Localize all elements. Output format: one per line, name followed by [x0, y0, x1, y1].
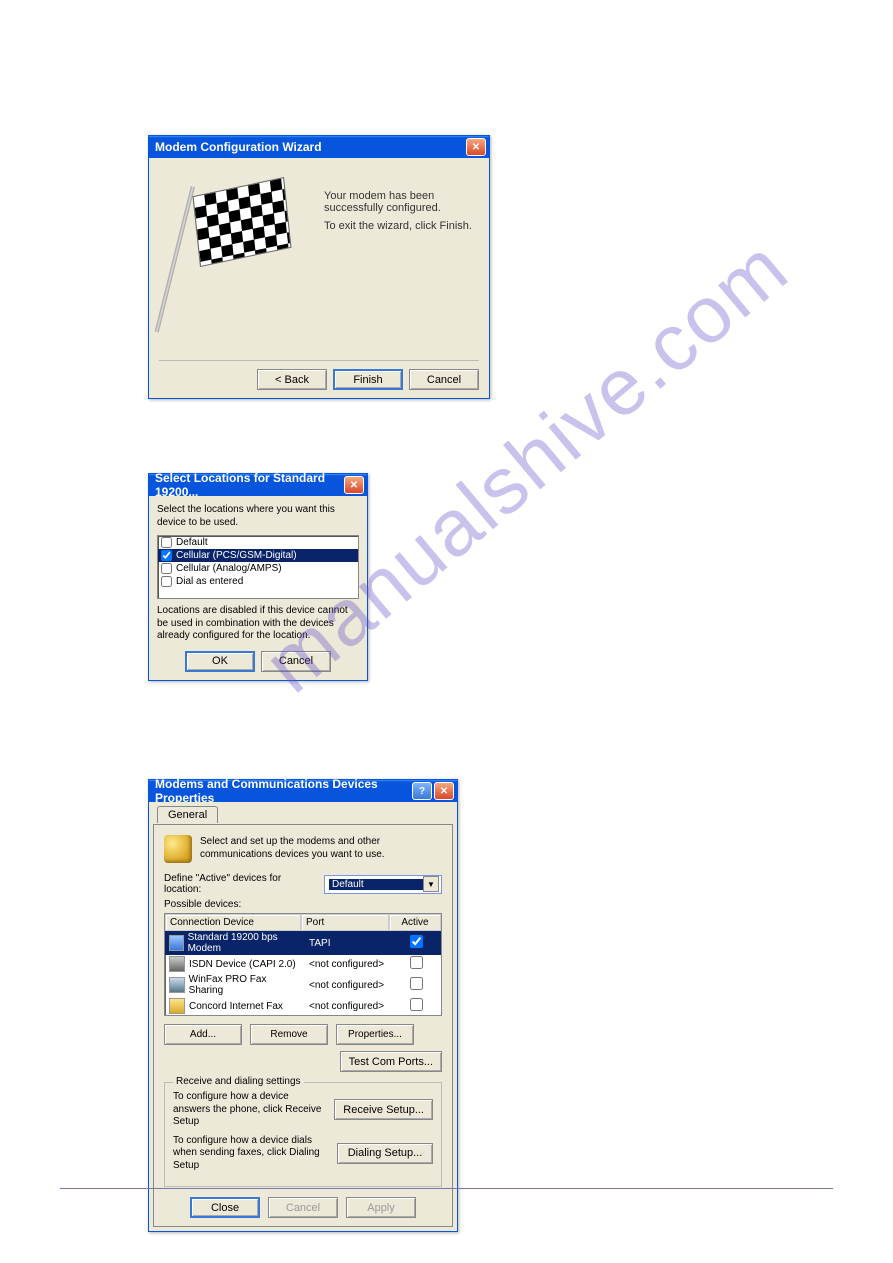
remove-button[interactable]: Remove [250, 1024, 328, 1045]
add-button[interactable]: Add... [164, 1024, 242, 1045]
column-connection-device[interactable]: Connection Device [165, 914, 301, 931]
titlebar[interactable]: Modems and Communications Devices Proper… [149, 780, 457, 802]
success-message: Your modem has been successfully configu… [324, 190, 489, 214]
receive-setup-button[interactable]: Receive Setup... [334, 1099, 433, 1120]
list-item[interactable]: Cellular (Analog/AMPS) [158, 562, 358, 575]
checkbox[interactable] [161, 537, 172, 548]
cancel-button[interactable]: Cancel [409, 369, 479, 390]
apply-button[interactable]: Apply [346, 1197, 416, 1218]
header-text: Select and set up the modems and other c… [200, 835, 442, 861]
receive-dialing-groupbox: Receive and dialing settings To configur… [164, 1082, 442, 1187]
titlebar[interactable]: Modem Configuration Wizard ✕ [149, 136, 489, 158]
define-label: Define "Active" devices for location: [164, 873, 316, 895]
checkered-flag-icon [161, 176, 311, 346]
table-row[interactable]: WinFax PRO Fax Sharing <not configured> [165, 973, 441, 997]
close-button[interactable]: Close [190, 1197, 260, 1218]
finish-button[interactable]: Finish [333, 369, 403, 390]
list-item[interactable]: Dial as entered [158, 575, 358, 588]
exit-instruction: To exit the wizard, click Finish. [324, 220, 472, 232]
title-text: Modem Configuration Wizard [155, 140, 322, 154]
cancel-button[interactable]: Cancel [261, 651, 331, 672]
checkbox[interactable] [161, 563, 172, 574]
page-divider [60, 1188, 833, 1189]
cancel-button[interactable]: Cancel [268, 1197, 338, 1218]
dialing-setup-button[interactable]: Dialing Setup... [337, 1143, 433, 1164]
device-port: <not configured> [305, 979, 391, 992]
list-item-label: Cellular (PCS/GSM-Digital) [176, 550, 297, 561]
device-name: Concord Internet Fax [189, 1001, 283, 1012]
device-name: Standard 19200 bps Modem [188, 932, 301, 954]
close-icon[interactable]: ✕ [466, 138, 486, 156]
title-text: Modems and Communications Devices Proper… [155, 777, 412, 805]
possible-devices-label: Possible devices: [164, 899, 442, 910]
active-checkbox[interactable] [410, 977, 423, 990]
table-row[interactable]: ISDN Device (CAPI 2.0) <not configured> [165, 955, 441, 973]
fax-icon [169, 977, 185, 993]
device-name: ISDN Device (CAPI 2.0) [189, 959, 296, 970]
test-com-ports-button[interactable]: Test Com Ports... [340, 1051, 442, 1072]
modems-devices-properties-dialog: Modems and Communications Devices Proper… [148, 779, 458, 1232]
chevron-down-icon[interactable]: ▼ [423, 876, 439, 892]
modem-config-wizard-dialog: Modem Configuration Wizard ✕ Your modem … [148, 135, 490, 399]
column-port[interactable]: Port [301, 914, 389, 931]
select-locations-dialog: Select Locations for Standard 19200... ✕… [148, 473, 368, 681]
device-port: <not configured> [305, 1000, 391, 1013]
list-item[interactable]: Cellular (PCS/GSM-Digital) [158, 549, 358, 562]
dialing-setup-text: To configure how a device dials when sen… [173, 1135, 329, 1173]
checkbox[interactable] [161, 550, 172, 561]
list-item-label: Cellular (Analog/AMPS) [176, 563, 282, 574]
close-icon[interactable]: ✕ [344, 476, 364, 494]
groupbox-legend: Receive and dialing settings [173, 1076, 304, 1087]
active-checkbox[interactable] [410, 956, 423, 969]
combobox-value: Default [329, 879, 423, 890]
list-item[interactable]: Default [158, 536, 358, 549]
devices-icon [164, 835, 192, 863]
table-row[interactable]: Concord Internet Fax <not configured> [165, 997, 441, 1015]
device-port: TAPI [305, 937, 391, 950]
close-icon[interactable]: ✕ [434, 782, 454, 800]
tab-general[interactable]: General [157, 806, 218, 823]
modem-icon [169, 935, 184, 951]
active-checkbox[interactable] [410, 998, 423, 1011]
titlebar[interactable]: Select Locations for Standard 19200... ✕ [149, 474, 367, 496]
isdn-icon [169, 956, 185, 972]
receive-setup-text: To configure how a device answers the ph… [173, 1091, 326, 1129]
column-active[interactable]: Active [389, 914, 441, 931]
active-checkbox[interactable] [410, 935, 423, 948]
help-icon[interactable]: ? [412, 782, 432, 800]
checkbox[interactable] [161, 576, 172, 587]
ok-button[interactable]: OK [185, 651, 255, 672]
properties-button[interactable]: Properties... [336, 1024, 414, 1045]
location-combobox[interactable]: Default ▼ [324, 875, 442, 894]
list-item-label: Dial as entered [176, 576, 243, 587]
device-name: WinFax PRO Fax Sharing [189, 974, 301, 996]
internet-fax-icon [169, 998, 185, 1014]
list-item-label: Default [176, 537, 208, 548]
device-port: <not configured> [305, 958, 391, 971]
back-button[interactable]: < Back [257, 369, 327, 390]
instruction-text: Select the locations where you want this… [157, 504, 359, 529]
devices-listview[interactable]: Connection Device Port Active Standard 1… [164, 913, 442, 1016]
table-row[interactable]: Standard 19200 bps Modem TAPI [165, 931, 441, 955]
locations-listbox[interactable]: Default Cellular (PCS/GSM-Digital) Cellu… [157, 535, 359, 599]
title-text: Select Locations for Standard 19200... [155, 471, 344, 499]
note-text: Locations are disabled if this device ca… [157, 605, 359, 643]
